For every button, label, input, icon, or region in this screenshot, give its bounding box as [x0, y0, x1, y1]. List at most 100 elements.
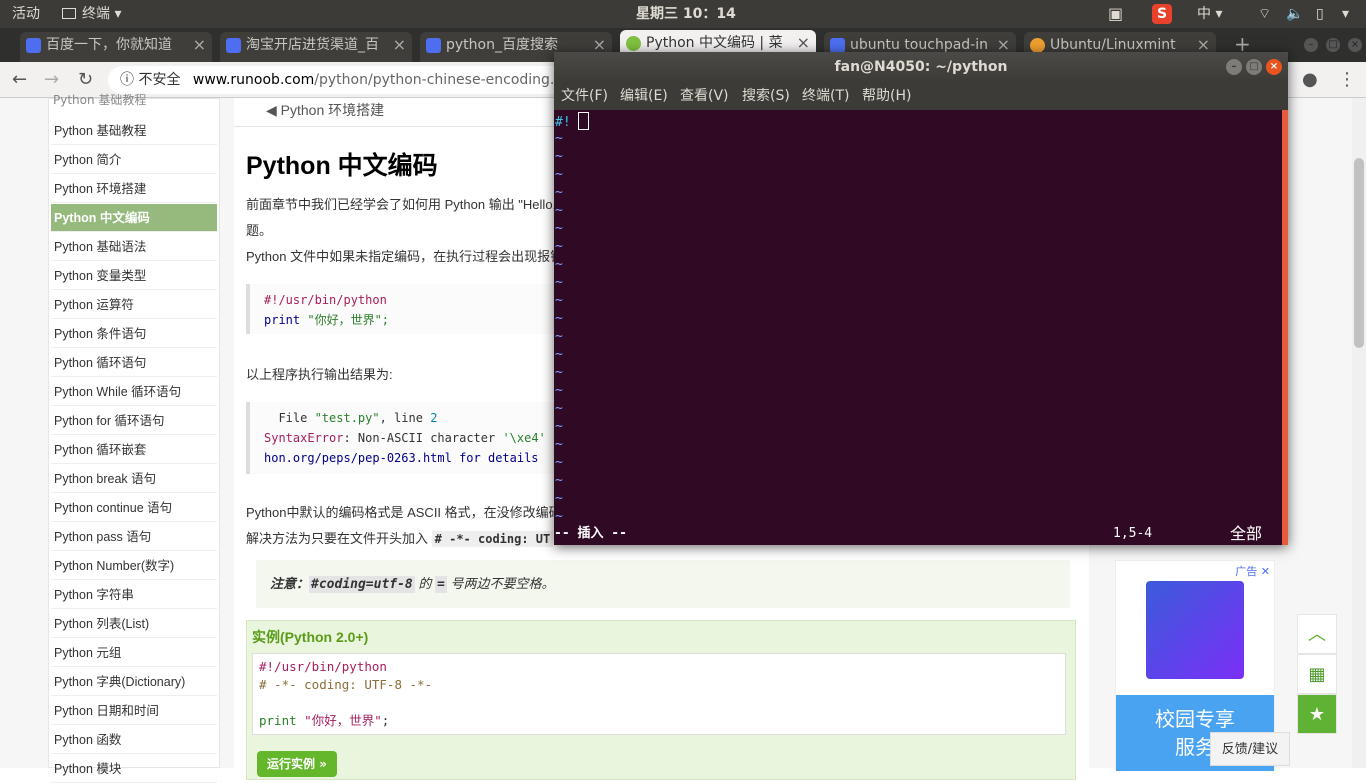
- ad-image[interactable]: [1146, 581, 1244, 679]
- menu-icon[interactable]: ⋮: [1338, 69, 1356, 90]
- close-icon[interactable]: ×: [193, 32, 206, 58]
- sidebar-item[interactable]: Python 字典(Dictionary): [51, 668, 217, 696]
- sidebar-item[interactable]: Python 模块: [51, 755, 217, 783]
- feedback-button[interactable]: 反馈/建议: [1210, 732, 1290, 766]
- security-label: 不安全: [138, 72, 181, 88]
- battery-icon[interactable]: ▯: [1316, 0, 1324, 28]
- sidebar-item[interactable]: Python While 循环语句: [51, 378, 217, 406]
- terminal-body[interactable]: #! ~ ~ ~ ~ ~ ~ ~ ~ ~ ~ ~ ~ ~ ~ ~ ~ ~ ~ ~ ~ ~ ~ -- 插入 -- 1,5-4…: [554, 110, 1282, 545]
- paragraph: Python中默认的编码格式是 ASCII 格式，在没修改编码: [246, 505, 562, 520]
- sidebar-item[interactable]: Python for 循环语句: [51, 407, 217, 435]
- tilde-marker: ~: [555, 329, 563, 344]
- close-window-button[interactable]: ×: [1266, 59, 1282, 75]
- close-icon[interactable]: ×: [393, 32, 406, 58]
- paragraph: 题。: [246, 223, 273, 238]
- code-line: # -*- coding: UTF-8 -*-: [259, 677, 433, 692]
- runoob-icon: [626, 36, 641, 51]
- sogou-icon[interactable]: S: [1152, 4, 1172, 24]
- indicator-icon[interactable]: ▣: [1108, 0, 1123, 28]
- tab-taobao[interactable]: 淘宝开店进货渠道_百 ×: [220, 32, 412, 62]
- sidebar-item[interactable]: Python 日期和时间: [51, 697, 217, 725]
- tilde-marker: ~: [555, 311, 563, 326]
- tab-baidu[interactable]: 百度一下，你就知道 ×: [20, 32, 212, 62]
- app-menu[interactable]: 终端 ▾: [62, 0, 121, 28]
- code-string: "你好，世界": [304, 713, 382, 728]
- sidebar-item[interactable]: Python 中文编码: [51, 204, 217, 232]
- maximize-button[interactable]: □: [1326, 38, 1340, 52]
- menu-terminal[interactable]: 终端(T): [802, 82, 849, 110]
- qrcode-icon[interactable]: ▦: [1297, 654, 1337, 694]
- reload-button[interactable]: ↻: [78, 69, 93, 90]
- shebang-text: #!: [555, 115, 571, 130]
- run-example-button[interactable]: 运行实例 »: [257, 751, 337, 777]
- page-scrollbar[interactable]: [1352, 98, 1366, 768]
- sidebar-item[interactable]: Python 简介: [51, 146, 217, 174]
- volume-icon[interactable]: 🔈: [1286, 0, 1303, 28]
- menu-help[interactable]: 帮助(H): [862, 82, 911, 110]
- prev-link[interactable]: ◀ Python 环境搭建: [266, 100, 384, 120]
- tilde-marker: ~: [555, 203, 563, 218]
- close-window-button[interactable]: ×: [1348, 38, 1362, 52]
- chevron-down-icon[interactable]: ▾: [1342, 0, 1349, 28]
- tilde-marker: ~: [555, 167, 563, 182]
- sidebar-item[interactable]: Python 基础语法: [51, 233, 217, 261]
- account-icon[interactable]: ●: [1302, 69, 1318, 90]
- tilde-marker: ~: [555, 347, 563, 362]
- menu-view[interactable]: 查看(V): [680, 82, 729, 110]
- code-string: "test.py": [314, 411, 380, 425]
- inline-code: =: [435, 576, 447, 593]
- baidu-icon: [26, 38, 41, 53]
- baidu-icon: [226, 38, 241, 53]
- sidebar-item[interactable]: Python pass 语句: [51, 523, 217, 551]
- menu-search[interactable]: 搜索(S): [742, 82, 790, 110]
- minimize-button[interactable]: –: [1226, 59, 1242, 75]
- sidebar-item[interactable]: Python 循环语句: [51, 349, 217, 377]
- minimize-button[interactable]: –: [1304, 38, 1318, 52]
- sidebar-item[interactable]: Python continue 语句: [51, 494, 217, 522]
- code-text: : Non-: [343, 431, 387, 445]
- sidebar-item[interactable]: Python 字符串: [51, 581, 217, 609]
- sidebar-item[interactable]: Python 基础教程: [51, 117, 217, 145]
- campus-text: 校园专享: [1155, 707, 1235, 731]
- arrow-left-icon: ◀: [266, 102, 281, 118]
- menu-file[interactable]: 文件(F): [561, 82, 608, 110]
- tilde-marker: ~: [555, 455, 563, 470]
- terminal-scrollbar[interactable]: [1282, 110, 1288, 545]
- tab-label: Ubuntu/Linuxmint: [1050, 37, 1176, 53]
- clock[interactable]: 星期三 10：14: [636, 0, 736, 28]
- linux-icon: [1030, 38, 1045, 53]
- sidebar: Python 基础教程 Python 基础教程 Python 简介 Python 环…: [48, 93, 220, 783]
- sidebar-item[interactable]: Python 环境搭建: [51, 175, 217, 203]
- sidebar-item[interactable]: Python 循环嵌套: [51, 436, 217, 464]
- menu-edit[interactable]: 编辑(E): [620, 82, 668, 110]
- wifi-icon[interactable]: ⌔: [1258, 0, 1271, 28]
- ad-label-text: 广告: [1235, 565, 1258, 578]
- top-panel: 活动 终端 ▾ 星期三 10：14 ▣ S 中 ▾ ⌔ 🔈 ▯ ▾: [0, 0, 1366, 28]
- code-string: '\xe4': [502, 431, 546, 445]
- terminal-window[interactable]: fan@N4050: ~/python – □ × 文件(F) 编辑(E) 查看…: [554, 52, 1288, 545]
- tab-label: python_百度搜索: [446, 37, 558, 53]
- input-method[interactable]: 中 ▾: [1197, 0, 1222, 28]
- sidebar-item[interactable]: Python break 语句: [51, 465, 217, 493]
- close-icon[interactable]: ✕: [1261, 565, 1270, 578]
- vim-mode: -- 插入 --: [554, 526, 627, 541]
- maximize-button[interactable]: □: [1246, 59, 1262, 75]
- sidebar-item[interactable]: Python 变量类型: [51, 262, 217, 290]
- sidebar-item[interactable]: Python 函数: [51, 726, 217, 754]
- sidebar-item[interactable]: Python 列表(List): [51, 610, 217, 638]
- code-line: #!/usr/bin/python: [259, 659, 387, 674]
- back-button[interactable]: ←: [12, 69, 27, 90]
- scrollbar-thumb[interactable]: [1354, 158, 1364, 348]
- back-to-top-button[interactable]: ︿: [1297, 614, 1337, 654]
- sidebar-item[interactable]: Python Number(数字): [51, 552, 217, 580]
- forward-button[interactable]: →: [44, 69, 59, 90]
- activities-button[interactable]: 活动: [12, 0, 40, 28]
- code-text: File: [264, 411, 315, 425]
- code-error: SyntaxError: [264, 431, 344, 445]
- sidebar-item[interactable]: Python 元组: [51, 639, 217, 667]
- terminal-titlebar[interactable]: fan@N4050: ~/python – □ ×: [554, 52, 1288, 82]
- sidebar-item[interactable]: Python 运算符: [51, 291, 217, 319]
- url-field[interactable]: ⓘ 不安全 www.runoob.com/python/python-chine…: [108, 66, 568, 94]
- sidebar-item[interactable]: Python 条件语句: [51, 320, 217, 348]
- favorite-star-icon[interactable]: ★: [1297, 694, 1337, 734]
